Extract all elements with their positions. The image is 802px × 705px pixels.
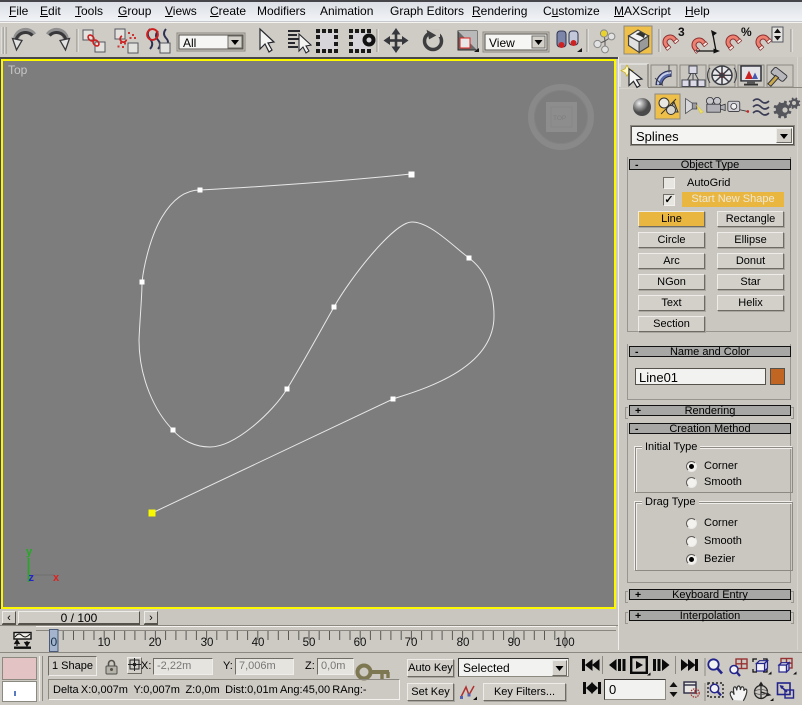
- svg-text:20: 20: [149, 637, 162, 649]
- svg-text:10: 10: [98, 637, 111, 649]
- svg-text:100: 100: [555, 637, 574, 649]
- svg-text:All: All: [183, 36, 196, 50]
- svg-text:80: 80: [457, 637, 470, 649]
- svg-text:TOP: TOP: [553, 115, 566, 122]
- svg-text:90: 90: [508, 637, 521, 649]
- svg-text:60: 60: [354, 637, 367, 649]
- svg-text:%: %: [741, 25, 752, 39]
- svg-text:x: x: [53, 572, 60, 584]
- svg-text:50: 50: [303, 637, 316, 649]
- svg-text:y: y: [26, 546, 33, 558]
- svg-text:0: 0: [51, 635, 58, 649]
- svg-text:40: 40: [252, 637, 265, 649]
- svg-text:70: 70: [405, 637, 418, 649]
- svg-text:z: z: [29, 572, 35, 584]
- svg-text:3: 3: [678, 25, 685, 39]
- svg-text:View: View: [489, 36, 515, 50]
- svg-text:30: 30: [201, 637, 214, 649]
